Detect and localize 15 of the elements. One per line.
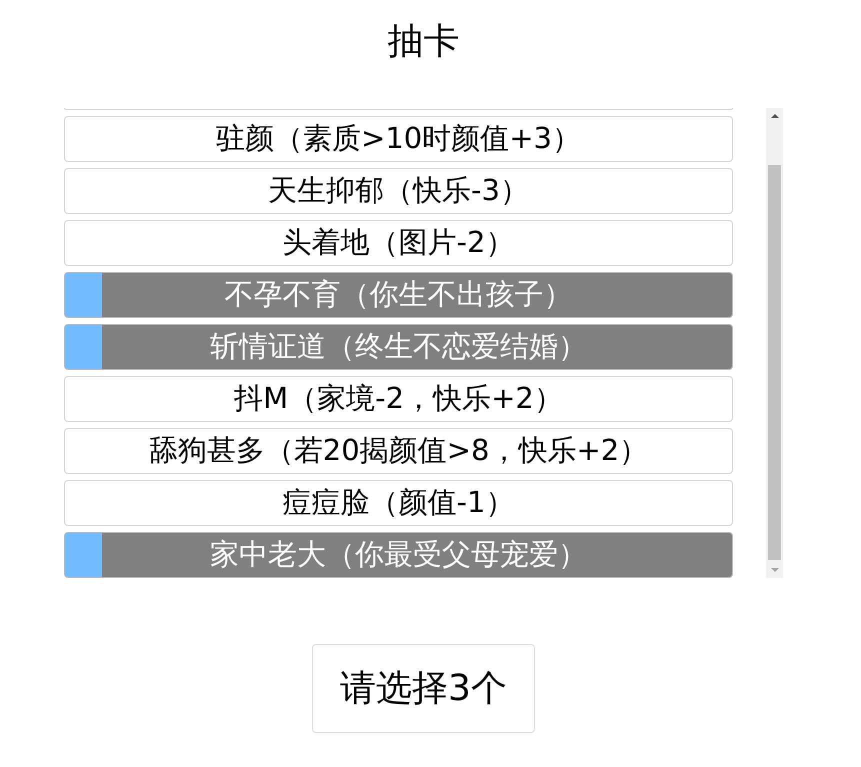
talent-option[interactable]: 天生抑郁（快乐-3） bbox=[64, 168, 733, 214]
scrollbar-thumb[interactable] bbox=[768, 165, 781, 560]
talent-option[interactable]: 不孕不育（你生不出孩子） bbox=[64, 272, 733, 318]
talent-option[interactable]: 家中老大（你最受父母宠爱） bbox=[64, 532, 733, 578]
talent-option[interactable]: 驻颜（素质>10时颜值+3） bbox=[64, 116, 733, 162]
scrollbar[interactable] bbox=[766, 108, 783, 578]
talent-option[interactable]: 头着地（图片-2） bbox=[64, 220, 733, 266]
page-title: 抽卡 bbox=[388, 20, 460, 64]
confirm-button[interactable]: 请选择3个 bbox=[312, 644, 535, 733]
talent-option[interactable]: 抖M（家境-2，快乐+2） bbox=[64, 376, 733, 422]
talent-option[interactable]: 舔狗甚多（若20揭颜值>8，快乐+2） bbox=[64, 428, 733, 474]
talent-option[interactable]: 斩情证道（终生不恋爱结婚） bbox=[64, 324, 733, 370]
talent-option[interactable]: 痘痘脸（颜值-1） bbox=[64, 480, 733, 526]
scroll-down-icon[interactable] bbox=[770, 568, 778, 572]
scroll-up-icon[interactable] bbox=[770, 114, 778, 118]
